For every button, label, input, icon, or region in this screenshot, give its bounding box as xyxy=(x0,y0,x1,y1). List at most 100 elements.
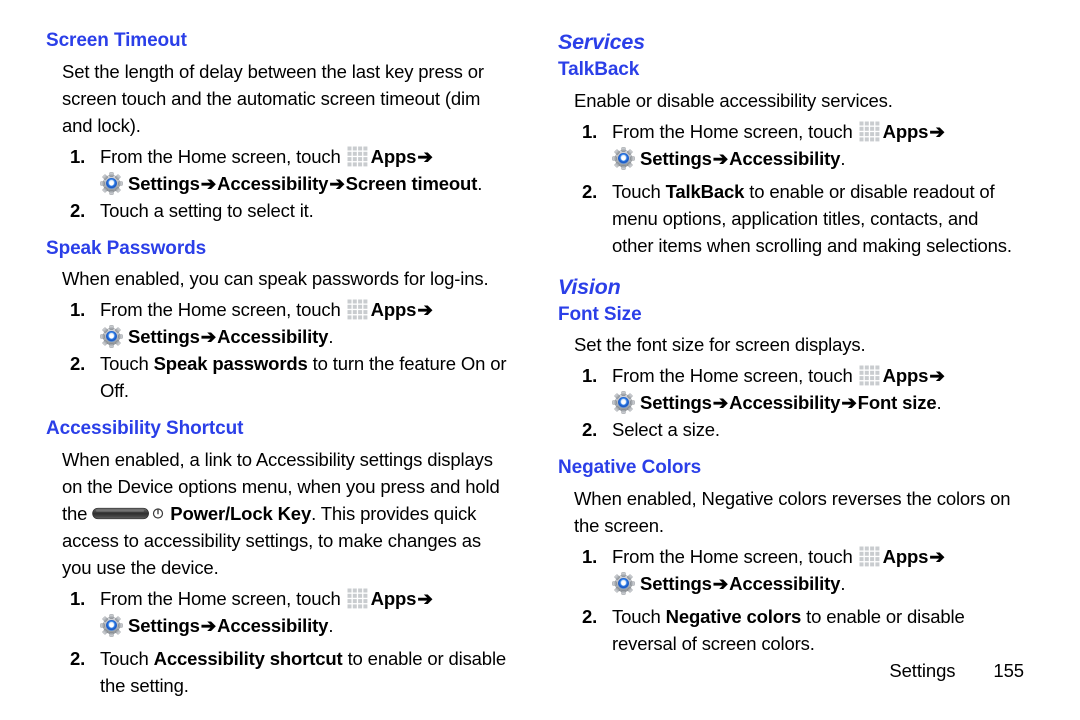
step-number: 1. xyxy=(70,587,86,609)
page-footer: Settings 155 xyxy=(889,660,1024,682)
path-suffix: . xyxy=(328,614,334,636)
apps-grid-icon xyxy=(858,365,880,387)
step-item: 1. From the Home screen, touch Apps➔ xyxy=(46,585,510,612)
step-number: 1. xyxy=(70,145,86,167)
heading-accessibility-shortcut: Accessibility Shortcut xyxy=(46,418,244,440)
step-substep-path: Settings➔Accessibility. xyxy=(46,323,510,350)
step-item: 2. Select a size. xyxy=(558,416,1022,443)
step-prefix: Touch xyxy=(612,606,666,628)
path-settings: Settings xyxy=(128,326,200,348)
step-lead-text: From the Home screen, touch xyxy=(100,145,341,167)
footer-page-number: 155 xyxy=(993,660,1024,681)
step-item: 1. From the Home screen, touch Apps➔ xyxy=(46,296,510,323)
step-item: 1. From the Home screen, touch Apps➔ xyxy=(46,143,510,170)
step-number: 1. xyxy=(582,120,598,142)
paragraph-font-size: Set the font size for screen displays. xyxy=(574,334,866,356)
arrow-icon: ➔ xyxy=(841,392,857,414)
step-lead-text: From the Home screen, touch xyxy=(612,546,853,568)
step-prefix: Touch xyxy=(612,180,666,202)
path-accessibility: Accessibility xyxy=(217,172,329,194)
step-item: 1. From the Home screen, touch Apps➔ xyxy=(558,543,1022,570)
apps-label: Apps xyxy=(370,587,417,609)
step-text: Touch Negative colors to enable or disab… xyxy=(612,603,1022,657)
apps-label: Apps xyxy=(882,546,929,568)
heading-vision: Vision xyxy=(558,274,621,299)
step-substep-path: Settings➔Accessibility➔Font size. xyxy=(558,389,1022,416)
paragraph-negative-colors: When enabled, Negative colors reverses t… xyxy=(574,488,1011,537)
path-suffix: . xyxy=(328,326,334,348)
step-substep-path: Settings➔Accessibility. xyxy=(558,145,1022,172)
apps-grid-icon xyxy=(346,145,368,167)
path-accessibility: Accessibility xyxy=(729,573,841,595)
path-settings: Settings xyxy=(640,392,712,414)
arrow-icon: ➔ xyxy=(200,172,217,194)
settings-gear-icon xyxy=(99,613,124,638)
settings-gear-icon xyxy=(99,325,124,349)
path-accessibility: Accessibility xyxy=(217,326,329,348)
step-item: 2. Touch Accessibility shortcut to enabl… xyxy=(46,645,510,699)
step-number: 2. xyxy=(70,647,86,669)
heading-talkback: TalkBack xyxy=(558,59,640,81)
step-item: 1. From the Home screen, touch Apps➔ xyxy=(558,118,1022,145)
path-settings: Settings xyxy=(640,573,712,595)
step-bold-term: Negative colors xyxy=(665,606,802,628)
step-text: Touch Accessibility shortcut to enable o… xyxy=(100,645,510,699)
heading-font-size: Font Size xyxy=(558,303,642,325)
arrow-icon: ➔ xyxy=(417,145,433,167)
paragraph-screen-timeout: Set the length of delay between the last… xyxy=(62,60,484,136)
step-lead-text: From the Home screen, touch xyxy=(100,299,341,321)
step-bold-term: Accessibility shortcut xyxy=(153,647,343,669)
path-accessibility: Accessibility xyxy=(729,147,841,169)
heading-speak-passwords: Speak Passwords xyxy=(46,237,207,259)
step-text: Touch a setting to select it. xyxy=(100,199,314,221)
apps-label: Apps xyxy=(370,145,417,167)
arrow-icon: ➔ xyxy=(712,573,729,595)
heading-screen-timeout: Screen Timeout xyxy=(46,30,187,51)
arrow-icon: ➔ xyxy=(929,120,945,142)
step-number: 1. xyxy=(582,546,598,568)
power-lock-key-label: Power/Lock Key xyxy=(170,502,312,524)
apps-grid-icon xyxy=(858,120,880,142)
step-item: 2. Touch Speak passwords to turn the fea… xyxy=(46,350,510,404)
step-item: 2. Touch a setting to select it. xyxy=(46,197,510,224)
paragraph-speak-passwords: When enabled, you can speak passwords fo… xyxy=(62,268,489,290)
apps-label: Apps xyxy=(370,299,417,321)
step-text: Select a size. xyxy=(612,419,720,441)
step-substep-path: Settings➔Accessibility. xyxy=(46,612,510,639)
step-bold-term: Speak passwords xyxy=(153,353,308,375)
step-substep-path: Settings➔Accessibility. xyxy=(558,570,1022,597)
arrow-icon: ➔ xyxy=(200,614,217,636)
step-item: 1. From the Home screen, touch Apps➔ xyxy=(558,362,1022,389)
apps-grid-icon xyxy=(346,587,368,609)
step-number: 2. xyxy=(70,199,86,221)
path-settings: Settings xyxy=(128,614,200,636)
settings-gear-icon xyxy=(611,391,636,415)
path-suffix: . xyxy=(936,392,942,414)
left-column: Screen Timeout Set the length of delay b… xyxy=(46,30,510,699)
step-prefix: Touch xyxy=(100,647,154,669)
step-text: Touch Speak passwords to turn the featur… xyxy=(100,350,510,404)
apps-label: Apps xyxy=(882,120,929,142)
step-prefix: Touch xyxy=(100,353,154,375)
step-lead-text: From the Home screen, touch xyxy=(612,120,853,142)
step-substep-path: Settings➔Accessibility➔Screen timeout. xyxy=(46,170,510,197)
step-number: 2. xyxy=(582,419,598,441)
step-text: From the Home screen, touch Apps➔ xyxy=(100,143,510,170)
step-text: From the Home screen, touch Apps➔ xyxy=(612,118,1022,145)
step-lead-text: From the Home screen, touch xyxy=(100,587,341,609)
heading-negative-colors: Negative Colors xyxy=(558,457,702,479)
apps-label: Apps xyxy=(882,365,929,387)
paragraph-accessibility-shortcut: When enabled, a link to Accessibility se… xyxy=(46,446,510,581)
arrow-icon: ➔ xyxy=(329,172,345,194)
path-accessibility: Accessibility xyxy=(217,614,329,636)
two-column-layout: Screen Timeout Set the length of delay b… xyxy=(46,30,1024,699)
path-settings: Settings xyxy=(640,147,712,169)
apps-grid-icon xyxy=(346,299,368,321)
heading-services: Services xyxy=(558,30,645,54)
right-column: Services TalkBack Enable or disable acce… xyxy=(558,30,1022,657)
step-lead-text: From the Home screen, touch xyxy=(612,365,853,387)
path-suffix: . xyxy=(840,573,846,595)
arrow-icon: ➔ xyxy=(929,546,945,568)
step-number: 1. xyxy=(582,365,598,387)
step-text: From the Home screen, touch Apps➔ xyxy=(100,585,510,612)
